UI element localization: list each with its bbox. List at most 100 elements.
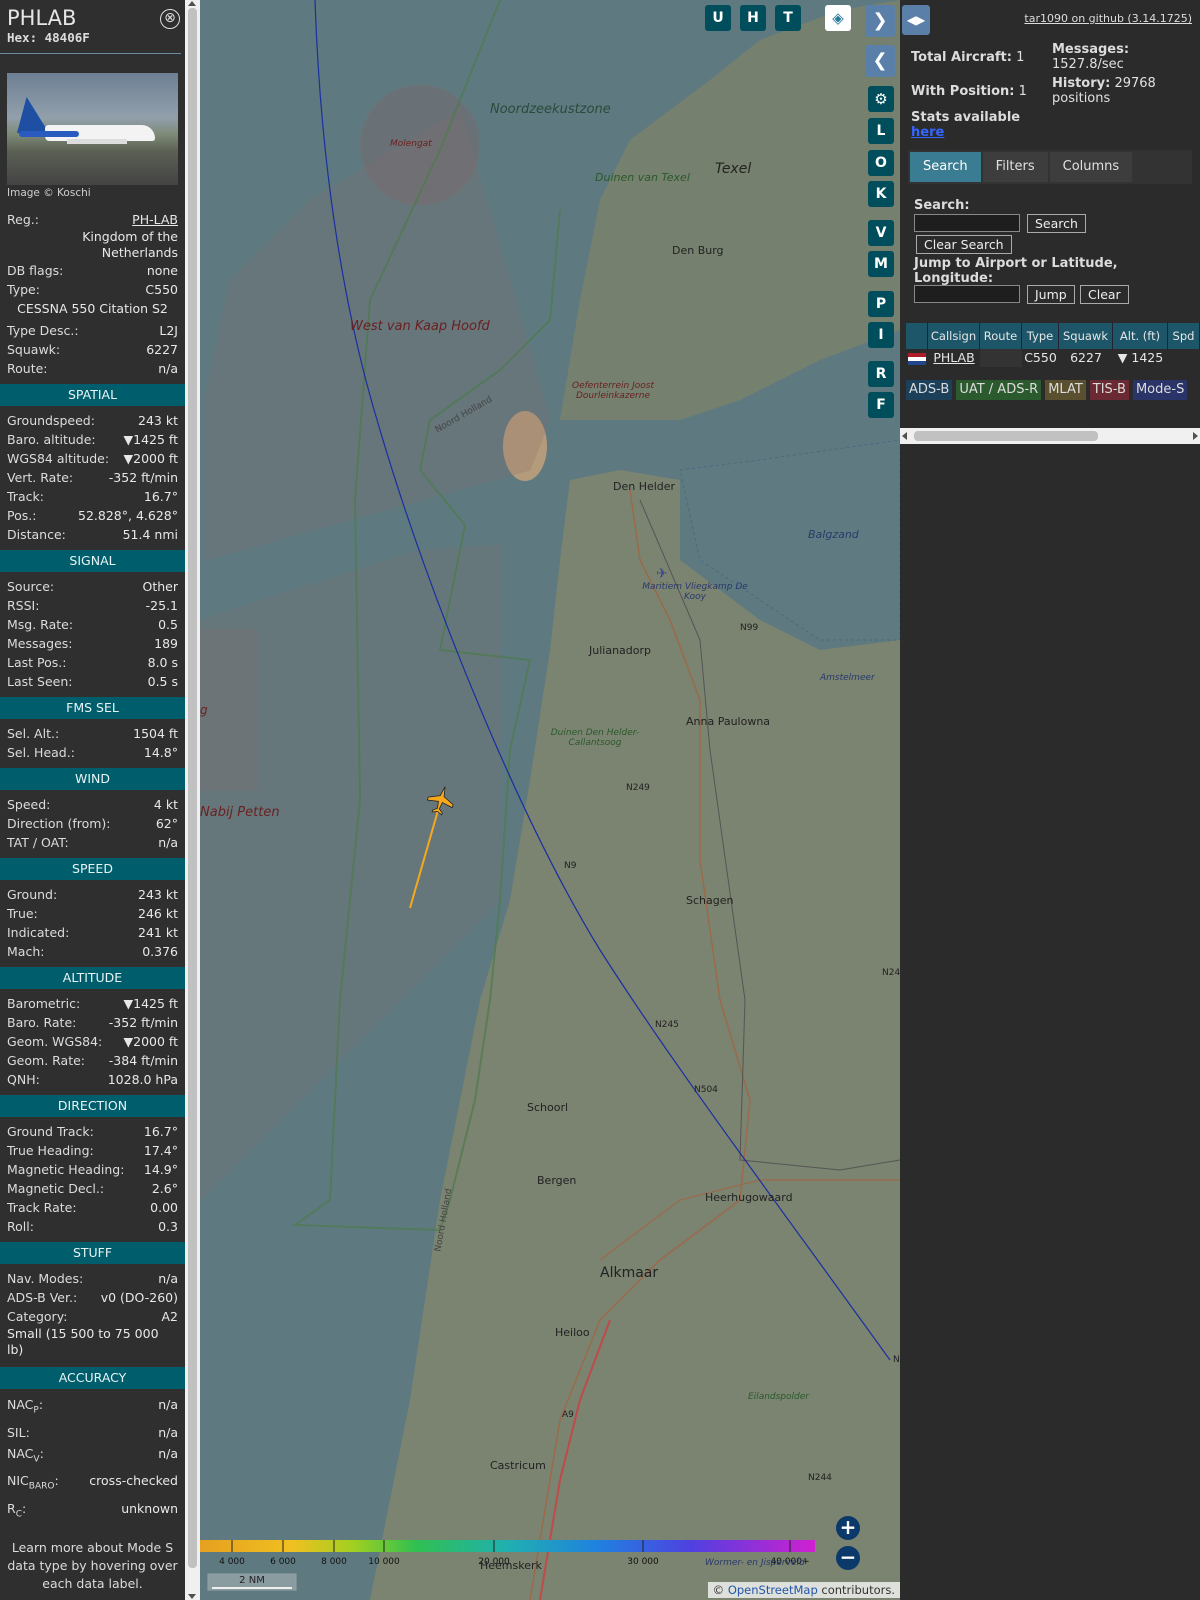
info-row: TAT / OAT: n/a [0, 833, 185, 852]
info-value: v0 (DO-260) [100, 1290, 178, 1305]
scroll-left-icon[interactable] [902, 432, 907, 440]
settings-button[interactable]: ⚙ [868, 86, 894, 112]
panel-toggle-button[interactable]: ◀▶ [902, 5, 930, 35]
col-alt[interactable]: Alt. (ft) [1113, 323, 1168, 349]
info-label: RSSI: [7, 598, 40, 613]
info-value: Other [142, 579, 179, 594]
clear-search-button[interactable]: Clear Search [916, 235, 1012, 254]
scroll-right-icon[interactable] [1193, 432, 1198, 440]
col-squawk[interactable]: Squawk [1059, 323, 1113, 349]
info-label: True Heading: [7, 1143, 94, 1158]
info-value: 4 kt [153, 797, 178, 812]
map-label-molengat: Molengat [390, 139, 432, 149]
info-label: Pos.: [7, 508, 37, 523]
scale-bar-label: 2 NM [239, 1575, 265, 1586]
info-value: 1504 ft [133, 726, 178, 741]
map-label-alkmaar: Alkmaar [600, 1265, 659, 1281]
button-i[interactable]: I [868, 322, 894, 348]
info-row: Nav. Modes: n/a [0, 1269, 185, 1288]
scroll-down-icon[interactable] [188, 1594, 196, 1599]
row-alt: ▼ 1425 [1117, 350, 1164, 365]
zoom-in-button[interactable]: + [836, 1516, 860, 1540]
collapse-button[interactable]: ❮ [865, 45, 895, 77]
button-r[interactable]: R [868, 361, 894, 387]
osm-link[interactable]: OpenStreetMap [728, 1583, 818, 1597]
chevron-right-icon: ❯ [872, 10, 888, 31]
restricted-zone-west [200, 629, 258, 791]
tab-filters[interactable]: Filters [982, 152, 1048, 182]
tab-search[interactable]: Search [910, 152, 981, 182]
search-input[interactable] [914, 214, 1020, 232]
info-label: Track: [7, 489, 44, 504]
aircraft-photo[interactable] [7, 73, 178, 185]
expand-panel-button[interactable]: ❯ [865, 5, 895, 37]
info-value: 51.4 nmi [122, 527, 178, 542]
info-value: ▼2000 ft [123, 1034, 178, 1049]
map-label-n99: N99 [740, 623, 759, 633]
legend-mlat[interactable]: MLAT [1045, 380, 1086, 400]
info-label: Roll: [7, 1219, 34, 1234]
search-button[interactable]: Search [1027, 214, 1086, 233]
button-o[interactable]: O [868, 150, 894, 176]
legend-ads-b[interactable]: ADS-B [906, 380, 953, 400]
button-u[interactable]: U [705, 5, 731, 31]
button-l[interactable]: L [868, 118, 894, 144]
tab-columns[interactable]: Columns [1049, 152, 1133, 182]
section-signal: SIGNAL [0, 550, 185, 572]
button-h[interactable]: H [740, 5, 766, 31]
info-value: n/a [158, 835, 178, 850]
button-k[interactable]: K [868, 181, 894, 207]
col-route[interactable]: Route [980, 323, 1022, 349]
clear-button[interactable]: Clear [1080, 285, 1129, 304]
legend-uat-ads-r[interactable]: UAT / ADS-R [956, 380, 1042, 400]
section-direction: DIRECTION [0, 1095, 185, 1117]
info-scrollbar[interactable] [185, 0, 200, 1600]
legend-mode-s[interactable]: Mode-S [1132, 380, 1188, 400]
scroll-thumb[interactable] [188, 8, 197, 1568]
layers-button[interactable]: ◈ [825, 5, 851, 31]
zoom-out-button[interactable]: − [836, 1546, 860, 1570]
button-m[interactable]: M [868, 251, 894, 277]
minus-icon: − [839, 1545, 857, 1569]
hscroll-thumb[interactable] [914, 431, 1098, 441]
route-label: Route: [7, 361, 48, 376]
close-icon[interactable]: ⊗ [160, 9, 180, 29]
info-row: Direction (from): 62° [0, 814, 185, 833]
row-squawk: 6227 [1070, 350, 1102, 365]
info-label: TAT / OAT: [7, 835, 69, 850]
info-row: Ground: 243 kt [0, 885, 185, 904]
flag-netherlands-icon [906, 349, 928, 367]
jump-button[interactable]: Jump [1027, 285, 1075, 304]
chevron-left-icon: ❮ [872, 50, 888, 71]
button-p[interactable]: P [868, 291, 894, 317]
button-f[interactable]: F [868, 392, 894, 418]
map-view[interactable]: ✈ 4 000 6 000 8 000 10 000 20 000 30 000 40 00… [200, 0, 900, 1600]
stats-link[interactable]: here [911, 125, 944, 140]
reg-link[interactable]: PH-LAB [132, 210, 178, 229]
jump-input[interactable] [914, 285, 1020, 303]
col-spd[interactable]: Spd [1168, 323, 1200, 349]
button-t[interactable]: T [775, 5, 801, 31]
info-row: Ground Track: 16.7° [0, 1122, 185, 1141]
map-label-texel: Texel [715, 161, 752, 177]
info-row: Geom. Rate: -384 ft/min [0, 1051, 185, 1070]
col-callsign[interactable]: Callsign [928, 323, 980, 349]
scroll-up-icon[interactable] [188, 1, 196, 6]
info-row: Geom. WGS84: ▼2000 ft [0, 1032, 185, 1051]
accuracy-value: n/a [158, 1424, 178, 1440]
table-row[interactable]: PHLAB C550 6227 ▼ 1425 [906, 349, 1168, 367]
dbflags-value: none [146, 263, 178, 278]
github-link[interactable]: tar1090 on github (3.14.1725) [1024, 12, 1192, 25]
legend-tis-b[interactable]: TIS-B [1089, 380, 1129, 400]
dbflags-label: DB flags: [7, 263, 64, 278]
col-type[interactable]: Type [1022, 323, 1059, 349]
tab-bar: Search Filters Columns [908, 150, 1192, 184]
row-callsign[interactable]: PHLAB [928, 349, 980, 367]
info-value: 243 kt [138, 413, 178, 428]
stats-available: Stats available here [911, 110, 1031, 140]
table-hscrollbar[interactable] [900, 428, 1200, 444]
accuracy-row: NICBARO: cross-checked [0, 1470, 185, 1498]
map-canvas[interactable]: ✈ 4 000 6 000 8 000 10 000 20 000 30 000 40 00… [200, 0, 900, 1600]
info-value: 243 kt [138, 887, 178, 902]
button-v[interactable]: V [868, 220, 894, 246]
